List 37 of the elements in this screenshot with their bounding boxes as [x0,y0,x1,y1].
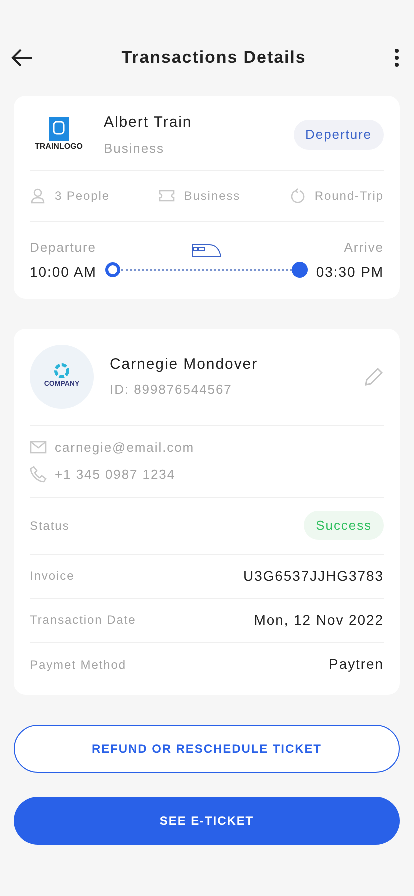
detail-value: Mon, 12 Nov 2022 [254,610,384,630]
direction-badge: Deperture [294,120,384,150]
arrive-time: 03:30 PM [316,262,384,282]
refresh-icon [290,188,307,204]
person-icon [30,188,47,204]
destination-marker-icon [292,262,308,278]
back-icon[interactable] [10,48,34,68]
origin-marker-icon [104,262,121,278]
refund-button[interactable]: REFUND OR RESCHEDULE TICKET [14,724,400,772]
arrive-label: Arrive [343,239,384,257]
detail-label: Status [30,518,70,534]
logo-text: TRAINLOGO [35,141,83,153]
trip-feature: 3 People [55,188,110,205]
more-icon[interactable] [394,48,400,68]
detail-value: Paytren [329,655,384,674]
ticket-icon [159,188,176,204]
mail-icon [30,438,47,456]
detail-label: Invoice [30,568,75,585]
customer-id: ID: 899876544567 [110,381,234,399]
train-icon [192,244,222,258]
train-logo-icon [49,117,69,141]
detail-value: U3G6537JJHG3783 [244,566,384,586]
screen-title: Transactions Details [122,47,306,70]
email-address: carnegie@email.com [55,438,195,457]
customer-name: Carnegie Mondover [110,354,260,374]
train-class: Business [104,140,166,158]
trip-feature: Round-Trip [314,188,384,205]
detail-label: Paymet Method [30,656,127,674]
departure-label: Departure [30,239,97,257]
phone-icon [30,466,47,484]
train-name: Albert Train [104,113,194,133]
e-ticket-button[interactable]: SEE E-TICKET [14,796,400,844]
trip-feature: Business [184,188,241,205]
phone-number: +1 345 0987 1234 [55,466,176,484]
departure-time: 10:00 AM [30,262,97,282]
detail-label: Transaction Date [30,612,136,629]
status-badge: Success [304,510,384,540]
